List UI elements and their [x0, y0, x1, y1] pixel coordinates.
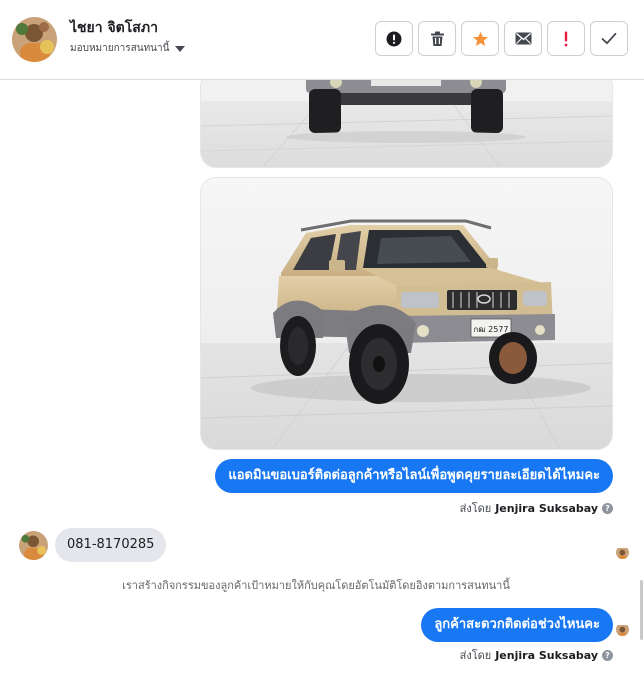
truck-photo-front [201, 80, 612, 167]
agent-name[interactable]: Jenjira Suksabay [495, 502, 598, 515]
conversation-header: ไชยา จิตโสภา มอบหมายการสนทนานี้ [0, 0, 644, 80]
caret-down-icon [175, 45, 186, 52]
assign-conversation-dropdown[interactable]: มอบหมายการสนทนานี้ [70, 41, 186, 56]
sent-by-label: ส่งโดย Jenjira Suksabay ? [460, 499, 613, 517]
contact-avatar[interactable] [12, 17, 57, 62]
question-circle-icon[interactable]: ? [602, 649, 613, 661]
read-receipt-avatar [616, 546, 629, 559]
system-activity-note: เราสร้างกิจกรรมของลูกค้าเป้าหมายให้กับคุ… [122, 579, 510, 592]
sent-by-prefix: ส่งโดย [459, 649, 492, 662]
attached-photo[interactable]: กฒ 2577 [200, 177, 613, 450]
question-circle-icon[interactable]: ? [602, 502, 613, 514]
truck-photo-angle: กฒ 2577 [201, 178, 612, 449]
scrollbar[interactable] [640, 80, 644, 691]
trash-icon [430, 31, 444, 46]
incoming-message-bubble[interactable]: 081-8170285 [55, 528, 167, 562]
sent-by-label: ส่งโดย Jenjira Suksabay ? [460, 646, 613, 664]
envelope-icon [515, 32, 531, 45]
delete-button[interactable] [418, 21, 456, 56]
check-icon [601, 32, 617, 45]
star-button[interactable] [461, 21, 499, 56]
mark-unread-button[interactable] [504, 21, 542, 56]
star-icon [472, 31, 488, 46]
sent-by-prefix: ส่งโดย [459, 502, 492, 515]
header-actions [375, 21, 628, 56]
attached-photo[interactable] [200, 80, 613, 168]
exclamation-icon [564, 31, 568, 46]
scrollbar-thumb[interactable] [640, 580, 643, 640]
outgoing-message-bubble[interactable]: ลูกค้าสะดวกติดต่อช่วงไหนคะ [421, 608, 613, 642]
contact-avatar-small[interactable] [19, 531, 48, 560]
done-button[interactable] [590, 21, 628, 56]
outgoing-message-bubble[interactable]: แอดมินขอเบอร์ติดต่อลูกค้าหรือไลน์เพื่อพู… [215, 459, 613, 493]
contact-name[interactable]: ไชยา จิตโสภา [70, 17, 158, 39]
message-thread[interactable]: กฒ 2577 แอดมินขอเบอร์ติดต่อลูกค้าหรือไลน… [0, 80, 644, 691]
flag-button[interactable] [547, 21, 585, 56]
exclamation-circle-icon [386, 31, 402, 46]
assign-label: มอบหมายการสนทนานี้ [70, 43, 170, 54]
read-receipt-avatar [616, 623, 629, 636]
report-button[interactable] [375, 21, 413, 56]
agent-name[interactable]: Jenjira Suksabay [495, 649, 598, 662]
license-plate: กฒ 2577 [474, 325, 509, 334]
